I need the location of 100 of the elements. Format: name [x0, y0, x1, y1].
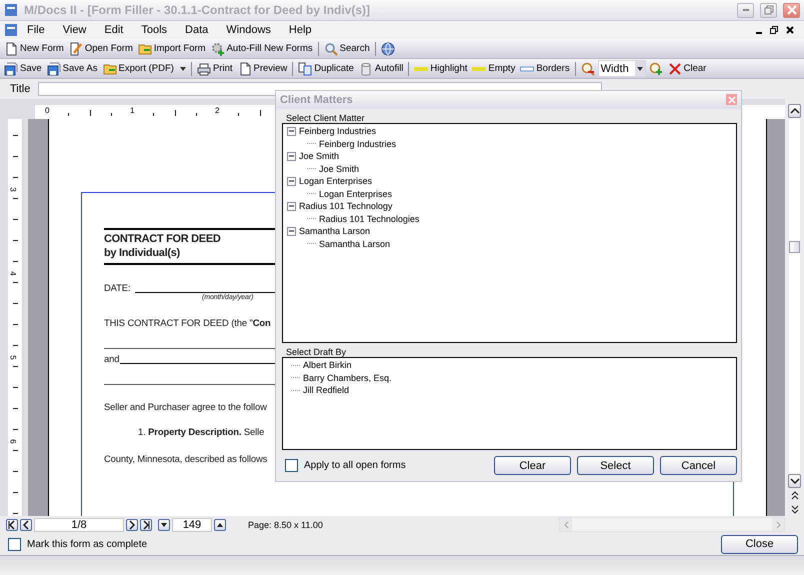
toolbar-button[interactable]: Highlight: [412, 60, 470, 76]
chevron-left-icon: [21, 520, 31, 530]
toolbar-button[interactable]: Import Form: [136, 40, 208, 56]
checkbox-label: Mark this form as complete: [27, 538, 148, 550]
menu-item[interactable]: Edit: [95, 23, 132, 37]
document-text: THIS CONTRACT FOR DEED (the "Con: [104, 317, 271, 328]
checkbox[interactable]: [8, 538, 21, 550]
zoom-dropdown[interactable]: Width: [598, 60, 646, 77]
app-icon: [4, 23, 18, 37]
checkbox-label: Apply to all open forms: [304, 460, 407, 471]
scroll-thumb[interactable]: [789, 241, 800, 253]
globe-icon: [380, 42, 395, 56]
minimize-icon: [756, 32, 762, 34]
tree-item[interactable]: Radius 101 Technology: [298, 201, 394, 212]
chevron-down-icon: [790, 477, 800, 485]
printer-icon: [196, 62, 211, 76]
chevron-left-icon: [562, 520, 570, 528]
dialog-button[interactable]: Select: [577, 456, 654, 475]
collapse-toggle[interactable]: [287, 176, 296, 186]
minus-icon: [288, 128, 295, 134]
tree-item[interactable]: Logan Enterprises: [318, 188, 394, 199]
next-page-button[interactable]: [126, 518, 138, 530]
party-label: and: [104, 353, 120, 364]
toolbar-button[interactable]: Clear: [666, 60, 708, 76]
scroll-up-button[interactable]: [788, 104, 801, 118]
collapse-toggle[interactable]: [287, 226, 296, 236]
window-title: M/Docs II - [Form Filler - 30.1.1-Contract for Deed by Indiv(s)]: [24, 3, 372, 17]
tree-item[interactable]: Joe Smith: [298, 151, 340, 162]
zoom-down-button[interactable]: [158, 518, 170, 530]
toolbar-button[interactable]: Save As: [44, 60, 100, 76]
zoom-field[interactable]: 149: [172, 518, 212, 532]
pencil-icon: [68, 42, 83, 56]
tree-item[interactable]: Barry Chambers, Esq.: [302, 372, 393, 383]
last-page-button[interactable]: [140, 518, 152, 530]
tree-item[interactable]: Joe Smith: [318, 164, 360, 174]
tree-item[interactable]: Logan Enterprises: [298, 176, 374, 186]
document-text: Seller and Purchaser agree to the follow: [104, 401, 267, 412]
toolbar-button[interactable]: Preview: [236, 60, 290, 76]
minus-icon: [288, 178, 295, 184]
tree-item[interactable]: Jill Redfield: [302, 385, 350, 396]
close-button[interactable]: Close: [721, 534, 798, 554]
menu-item[interactable]: Tools: [132, 23, 176, 37]
title-label: Title: [10, 83, 30, 95]
first-page-button[interactable]: [6, 518, 18, 530]
toolbar-button[interactable]: Save: [2, 60, 44, 76]
close-icon: [786, 5, 796, 15]
floppy-icon: [4, 62, 18, 76]
minus-icon: [288, 153, 295, 160]
app-icon: [4, 3, 18, 17]
toolbar-button[interactable]: Autofill: [356, 60, 406, 76]
minus-icon: [288, 228, 295, 234]
close-button[interactable]: [783, 2, 800, 18]
group-label: Select Draft By: [286, 346, 346, 357]
toolbar-button[interactable]: Auto-Fill New Forms: [208, 40, 315, 56]
double-chevron-down-icon: [790, 504, 798, 514]
page-field[interactable]: 1/8: [34, 518, 124, 532]
tree-item[interactable]: Samantha Larson: [298, 226, 372, 236]
menu-item[interactable]: Data: [176, 23, 218, 37]
folder-icon: [102, 62, 117, 76]
tree-item[interactable]: Samantha Larson: [318, 238, 392, 249]
minus-icon: [288, 203, 295, 210]
folder-icon: [138, 42, 152, 56]
prev-page-button[interactable]: [20, 518, 32, 530]
tree-item[interactable]: Feinberg Industries: [318, 138, 398, 149]
toolbar-button[interactable]: Print: [194, 60, 234, 76]
toolbar-button[interactable]: New Form: [2, 40, 66, 56]
zoom-up-button[interactable]: [214, 518, 226, 530]
toolbar-button[interactable]: Export (PDF): [100, 60, 188, 76]
dialog-button[interactable]: Cancel: [660, 456, 737, 475]
collapse-toggle[interactable]: [287, 126, 296, 136]
collapse-toggle[interactable]: [287, 152, 296, 161]
tree-item[interactable]: Feinberg Industries: [298, 126, 378, 136]
toolbar-button[interactable]: Search: [322, 40, 372, 56]
dialog-button[interactable]: Clear: [494, 456, 571, 475]
minimize-button[interactable]: [737, 2, 754, 18]
page-size-text: Page: 8.50 x 11.00: [248, 520, 323, 530]
tree-item[interactable]: Albert Birkin: [302, 360, 353, 370]
scroll-down-button[interactable]: [788, 474, 801, 488]
restore-button[interactable]: [760, 2, 777, 18]
last-icon: [141, 520, 151, 530]
cylinder-icon: [358, 62, 373, 76]
toolbar-button[interactable]: [378, 40, 397, 56]
toolbar-button[interactable]: Borders: [518, 60, 572, 76]
menu-item[interactable]: View: [54, 23, 96, 37]
menu-item[interactable]: Windows: [217, 23, 280, 37]
zoom-in-icon: [648, 62, 663, 76]
toolbar-button[interactable]: Duplicate: [296, 60, 356, 76]
restore-icon: [770, 26, 778, 34]
toolbar-button[interactable]: Empty: [470, 60, 518, 76]
checkbox[interactable]: [285, 459, 298, 472]
menu-item[interactable]: Help: [280, 23, 321, 37]
collapse-toggle[interactable]: [287, 202, 296, 211]
document-icon: [4, 42, 18, 56]
horizontal-scrollbar[interactable]: [559, 517, 785, 532]
tree-item[interactable]: Radius 101 Technologies: [318, 214, 420, 224]
chevron-up-icon: [790, 107, 800, 115]
document-icon: [238, 62, 252, 76]
toolbar-button[interactable]: Open Form: [66, 40, 135, 56]
menu-item[interactable]: File: [18, 23, 54, 37]
document-text: County, Minnesota, described as follows: [104, 453, 268, 464]
